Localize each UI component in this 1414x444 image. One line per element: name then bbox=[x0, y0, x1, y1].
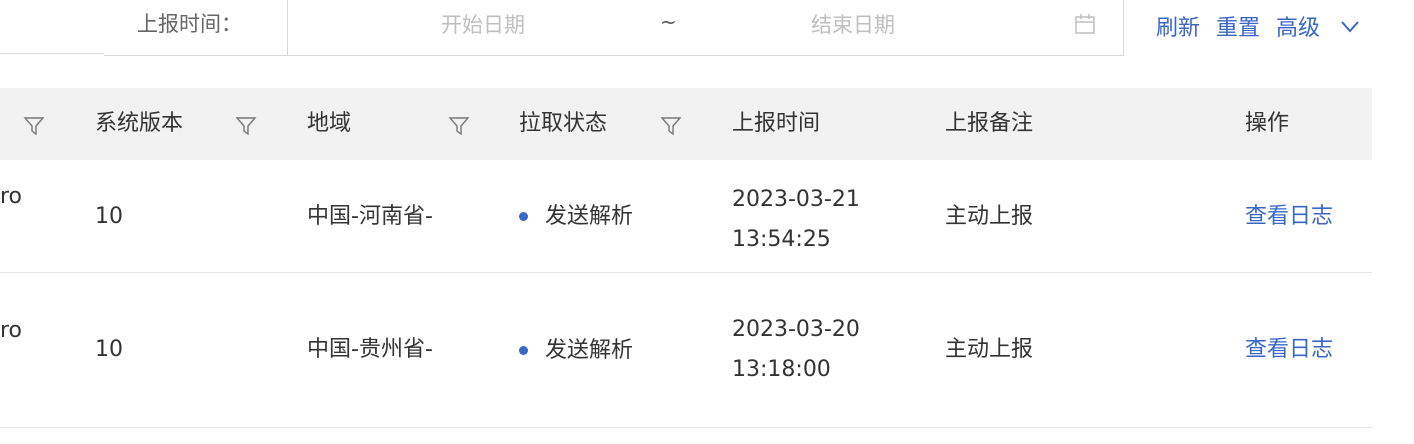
status-dot bbox=[519, 212, 528, 221]
column-system-version: 系统版本 bbox=[95, 111, 184, 136]
advanced-button[interactable]: 高级 bbox=[1276, 10, 1320, 42]
status-text: 发送解析 bbox=[545, 204, 634, 229]
region-cell: 中国-河南省- bbox=[307, 204, 433, 229]
end-date-input[interactable]: 结束日期 bbox=[708, 0, 998, 54]
status-dot bbox=[519, 345, 528, 355]
status-cell: 发送解析 bbox=[519, 160, 633, 273]
report-date: 2023-03-21 bbox=[732, 187, 860, 212]
table-row: ro 10 中国-贵州省- 发送解析 2023-03-20 13:18:00 主… bbox=[0, 274, 1372, 428]
filter-funnel-icon[interactable] bbox=[235, 115, 257, 137]
view-log-link[interactable]: 查看日志 bbox=[1245, 274, 1333, 426]
filter-bar: 上报时间： 开始日期 ~ 结束日期 刷新 重置 高级 bbox=[0, 0, 1414, 56]
column-region: 地域 bbox=[307, 111, 352, 136]
filter-funnel-icon[interactable] bbox=[660, 115, 682, 137]
date-range-separator: ~ bbox=[660, 10, 677, 34]
column-report-remark: 上报备注 bbox=[945, 111, 1034, 136]
clipped-cell: ro bbox=[0, 318, 23, 343]
version-cell: 10 bbox=[95, 204, 123, 229]
filter-actions: 刷新 重置 高级 bbox=[1156, 0, 1360, 52]
table-header: 系统版本 地域 拉取状态 上报时间 上报备注 操作 bbox=[0, 88, 1372, 160]
status-text: 发送解析 bbox=[545, 337, 634, 363]
region-cell: 中国-贵州省- bbox=[307, 337, 433, 362]
report-time-cell: 2023-03-20 13:18:00 bbox=[732, 310, 860, 390]
refresh-button[interactable]: 刷新 bbox=[1156, 10, 1200, 42]
column-report-time: 上报时间 bbox=[732, 111, 821, 136]
report-time-label: 上报时间： bbox=[104, 0, 288, 56]
remark-cell: 主动上报 bbox=[945, 204, 1034, 229]
filter-funnel-icon[interactable] bbox=[23, 115, 45, 137]
reset-button[interactable]: 重置 bbox=[1216, 10, 1260, 42]
chevron-down-icon[interactable] bbox=[1340, 16, 1360, 36]
report-clock: 13:54:25 bbox=[732, 227, 831, 252]
filter-funnel-icon[interactable] bbox=[448, 115, 470, 137]
report-clock: 13:18:00 bbox=[732, 357, 831, 382]
clipped-cell: ro bbox=[0, 184, 23, 209]
report-date: 2023-03-20 bbox=[732, 317, 860, 342]
calendar-icon[interactable] bbox=[1074, 13, 1096, 35]
date-range-picker[interactable]: 开始日期 ~ 结束日期 bbox=[287, 0, 1124, 56]
previous-filter-input[interactable] bbox=[0, 0, 105, 54]
version-cell: 10 bbox=[95, 337, 123, 362]
status-cell: 发送解析 bbox=[519, 274, 633, 426]
start-date-input[interactable]: 开始日期 bbox=[288, 0, 678, 54]
view-log-link[interactable]: 查看日志 bbox=[1245, 160, 1333, 273]
report-time-cell: 2023-03-21 13:54:25 bbox=[732, 180, 860, 260]
table-row: ro 10 中国-河南省- 发送解析 2023-03-21 13:54:25 主… bbox=[0, 160, 1372, 273]
column-pull-status: 拉取状态 bbox=[519, 111, 608, 136]
remark-cell: 主动上报 bbox=[945, 337, 1034, 362]
column-actions: 操作 bbox=[1245, 111, 1290, 136]
